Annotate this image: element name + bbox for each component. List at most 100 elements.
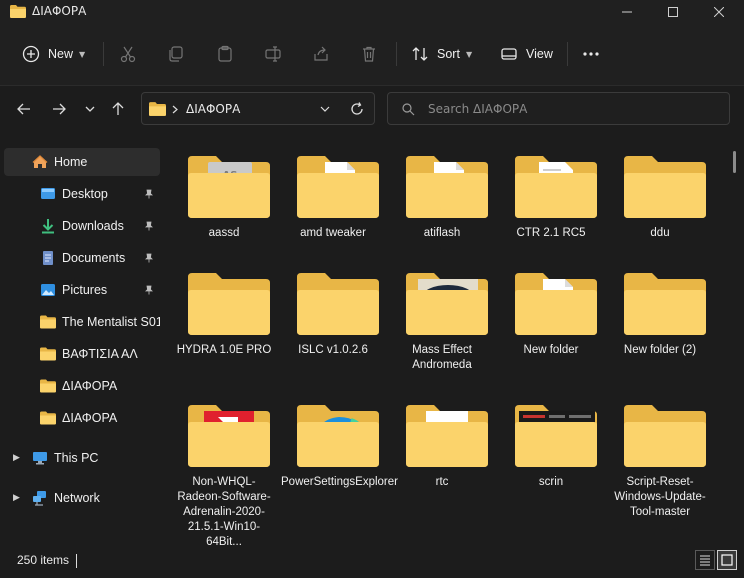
folder-item-script-reset[interactable]: Script-Reset-Windows-Update-Tool-master	[610, 389, 710, 518]
breadcrumb[interactable]: ΔΙΑΦΟΡΑ	[186, 102, 240, 116]
folder-name: scrin	[538, 476, 564, 488]
view-button[interactable]: View	[500, 38, 553, 70]
sidebar-item-desktop[interactable]: Desktop	[4, 180, 160, 208]
folder-item-atiflash[interactable]: atiflash	[392, 140, 492, 250]
folder-icon	[515, 273, 597, 335]
sidebar-item-label: Documents	[62, 251, 126, 265]
delete-button[interactable]	[360, 38, 378, 70]
sidebar-item-downloads[interactable]: Downloads	[4, 212, 160, 240]
pictures-icon	[41, 284, 55, 296]
search-icon	[402, 103, 415, 116]
share-icon	[314, 46, 328, 61]
chevron-down-icon: ▼	[79, 49, 86, 59]
folder-item-aassd[interactable]: AS SSD aassd	[174, 140, 274, 250]
folder-name: Mass Effect Andromeda	[412, 344, 472, 371]
desktop-icon	[41, 188, 55, 199]
folder-icon	[406, 405, 488, 467]
folder-item-new-folder-2[interactable]: New folder (2)	[610, 257, 710, 367]
toolbar-divider	[103, 42, 104, 66]
folder-item-mass-effect[interactable]: Mass Effect Andromeda	[392, 257, 492, 371]
folder-name: PowerSettingsExplorer	[281, 476, 398, 488]
downloads-icon	[42, 219, 54, 234]
folder-item-islc[interactable]: ISLC v1.0.2.6	[283, 257, 383, 367]
tiles-view-icon	[721, 554, 733, 566]
folder-icon: AS SSD	[188, 156, 270, 218]
chevron-down-icon: ▼	[465, 49, 473, 59]
minimize-icon	[622, 11, 632, 13]
search-placeholder: Search ΔΙΑΦΟΡΑ	[428, 102, 528, 116]
pc-icon	[33, 452, 47, 465]
folder-icon	[149, 102, 166, 116]
vertical-scrollbar[interactable]	[733, 151, 736, 173]
folder-icon	[40, 411, 56, 425]
folder-name: amd tweaker	[300, 227, 366, 239]
folder-item-scrin[interactable]: scrin	[501, 389, 601, 499]
folder-name: Non-WHQL-Radeon-Software-Adrenalin-2020-…	[177, 476, 271, 548]
folder-item-new-folder[interactable]: New folder	[501, 257, 601, 367]
folder-name: HYDRA 1.0E PRO	[176, 344, 272, 356]
folder-icon	[624, 273, 706, 335]
sidebar-item-this-pc[interactable]: This PC	[4, 444, 160, 472]
sidebar-item-vaftisia[interactable]: ΒΑΦΤΙΣΙΑ ΑΛ	[4, 340, 160, 368]
clipboard-icon	[218, 45, 232, 62]
network-icon	[33, 491, 46, 506]
folder-item-radeon-software[interactable]: Non-WHQL-Radeon-Software-Adrenalin-2020-…	[174, 389, 274, 548]
details-view-button[interactable]	[695, 550, 715, 570]
copy-button[interactable]	[167, 38, 185, 70]
recent-locations-button[interactable]	[79, 98, 101, 120]
minimize-button[interactable]	[604, 0, 650, 24]
folder-item-powersettingsexplorer[interactable]: PowerSettingsExplorer	[281, 389, 398, 499]
trash-icon	[363, 46, 375, 62]
navigation-bar: ΔΙΑΦΟΡΑ Search ΔΙΑΦΟΡΑ	[0, 86, 744, 132]
maximize-icon	[668, 7, 678, 17]
search-box[interactable]: Search ΔΙΑΦΟΡΑ	[387, 92, 730, 125]
folder-icon	[406, 273, 488, 335]
sidebar-item-home[interactable]: Home	[4, 148, 160, 176]
folder-name: atiflash	[423, 227, 461, 239]
folder-name: Script-Reset-Windows-Update-Tool-master	[614, 476, 706, 518]
folder-name: New folder	[523, 344, 579, 356]
up-button[interactable]	[107, 98, 129, 120]
more-button[interactable]	[582, 38, 600, 70]
status-bar: 250 items	[0, 546, 744, 578]
folder-name: CTR 2.1 RC5	[516, 227, 586, 239]
sidebar-item-network[interactable]: Network	[4, 484, 160, 512]
address-bar[interactable]: ΔΙΑΦΟΡΑ	[141, 92, 375, 125]
sidebar-item-diafora[interactable]: ΔΙΑΦΟΡΑ	[4, 372, 160, 400]
window-title: ΔΙΑΦΟΡΑ	[32, 4, 87, 18]
folder-item-rtc[interactable]: rtc	[392, 389, 492, 499]
refresh-icon[interactable]	[350, 102, 364, 116]
folder-item-ctr[interactable]: CTR 2.1 RC5	[501, 140, 601, 250]
close-button[interactable]	[696, 0, 742, 24]
back-button[interactable]	[13, 98, 35, 120]
paste-button[interactable]	[216, 38, 234, 70]
cut-button[interactable]	[119, 38, 137, 70]
sidebar-item-documents[interactable]: Documents	[4, 244, 160, 272]
sidebar-item-pictures[interactable]: Pictures	[4, 276, 160, 304]
forward-button[interactable]	[48, 98, 70, 120]
sidebar-item-label: Home	[54, 155, 88, 169]
sidebar-item-label: ΔΙΑΦΟΡΑ	[62, 379, 118, 393]
folder-icon	[297, 156, 379, 218]
folder-icon	[40, 347, 56, 361]
sort-button[interactable]: Sort ▼	[411, 38, 472, 70]
navigation-pane: ▼ Home Desktop Downloads Documents Pictu…	[0, 140, 164, 545]
share-button[interactable]	[312, 38, 330, 70]
chevron-down-icon[interactable]	[320, 106, 330, 113]
home-icon	[32, 155, 48, 168]
rename-button[interactable]	[264, 38, 282, 70]
folder-item-amd-tweaker[interactable]: amd tweaker	[283, 140, 383, 250]
sidebar-item-label: Pictures	[62, 283, 108, 297]
sidebar-item-diafora-2[interactable]: ΔΙΑΦΟΡΑ	[4, 404, 160, 432]
maximize-button[interactable]	[650, 0, 696, 24]
chevron-down-icon	[85, 106, 95, 112]
arrow-left-icon	[17, 103, 30, 115]
item-count: 250 items	[17, 553, 70, 567]
new-button[interactable]: New ▼	[22, 38, 85, 70]
view-label: View	[526, 47, 553, 61]
tiles-view-button[interactable]	[717, 550, 737, 570]
folder-item-ddu[interactable]: ddu	[610, 140, 710, 250]
folder-item-hydra[interactable]: HYDRA 1.0E PRO	[174, 257, 274, 367]
sidebar-item-the-mentalist[interactable]: The Mentalist S01 l	[4, 308, 160, 336]
sidebar-item-label: Desktop	[62, 187, 108, 201]
